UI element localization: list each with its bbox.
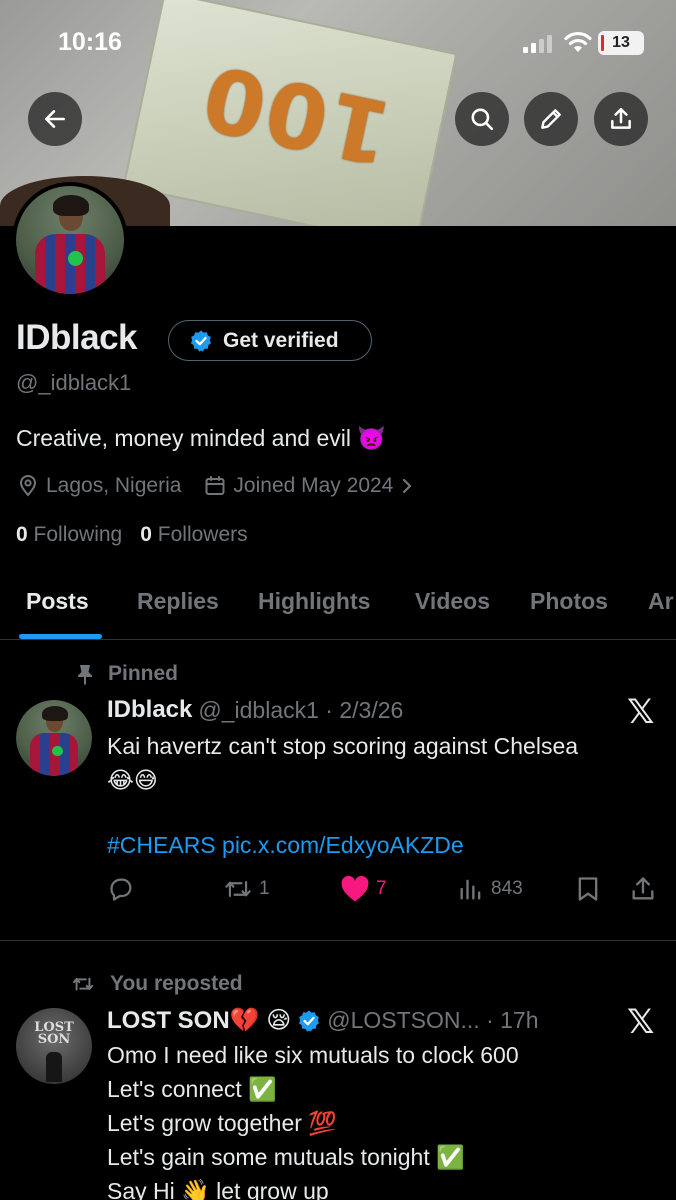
following-label: Following xyxy=(33,523,123,546)
reposted-label: You reposted xyxy=(110,972,243,995)
followers-count: 0 xyxy=(140,523,152,546)
reply-icon xyxy=(110,878,132,901)
post-hashtag-link[interactable]: #CHEARS pic.x.com/EdxyoAKZDe xyxy=(107,832,464,859)
followers-label: Followers xyxy=(157,523,248,546)
post-author-name[interactable]: IDblack xyxy=(107,696,192,724)
cellular-signal-icon xyxy=(523,33,553,53)
arrow-left-icon xyxy=(45,110,65,128)
back-button[interactable] xyxy=(28,92,82,146)
pencil-icon xyxy=(541,109,561,129)
analytics-icon xyxy=(460,879,481,900)
post-text-line: Let's connect ✅ xyxy=(107,1076,277,1102)
repost-button[interactable]: 1 xyxy=(223,875,270,903)
views-count: 843 xyxy=(491,878,523,899)
tab-posts[interactable]: Posts xyxy=(26,588,89,615)
following-count: 0 xyxy=(16,523,28,546)
post-text-emoji: 😂😅 xyxy=(107,767,158,793)
post-text: Omo I need like six mutuals to clock 600… xyxy=(107,1038,667,1200)
post-text-line: Kai havertz can't stop scoring against C… xyxy=(107,733,579,759)
tab-replies[interactable]: Replies xyxy=(137,588,219,615)
like-button[interactable]: 7 xyxy=(340,875,387,903)
post-text-line: Let's grow together 💯 xyxy=(107,1110,337,1136)
post-share-button[interactable] xyxy=(629,875,657,903)
heart-filled-icon xyxy=(341,875,369,902)
joined-date-link[interactable]: Joined May 2024 xyxy=(203,474,415,498)
views-button[interactable]: 843 xyxy=(457,875,523,903)
post-header: IDblack @_idblack1 · 2/3/26 xyxy=(107,696,403,724)
search-button[interactable] xyxy=(455,92,509,146)
like-count: 7 xyxy=(376,878,387,899)
get-verified-label: Get verified xyxy=(223,328,339,352)
tab-videos[interactable]: Videos xyxy=(415,588,490,615)
repost-icon xyxy=(72,977,94,991)
pinned-label: Pinned xyxy=(108,662,179,685)
bookmark-button[interactable] xyxy=(575,875,601,903)
bookmark-icon xyxy=(578,877,598,901)
calendar-icon xyxy=(205,476,225,495)
pin-icon xyxy=(78,665,92,685)
profile-location: Lagos, Nigeria xyxy=(46,474,182,497)
post-text-line: Let's gain some mutuals tonight ✅ xyxy=(107,1144,465,1170)
post-actions: 1 7 843 xyxy=(107,875,659,909)
post-context-reposted: You reposted xyxy=(70,972,243,996)
location-pin-icon xyxy=(19,475,37,497)
followers-link[interactable]: 0 Followers xyxy=(140,523,247,547)
follow-stats: 0 Following 0 Followers xyxy=(16,523,248,547)
post-author-meta: @LOSTSON... · 17h xyxy=(327,1007,539,1033)
profile-avatar[interactable] xyxy=(12,182,128,298)
verified-badge-icon xyxy=(191,330,211,352)
profile-tabs: Posts Replies Highlights Videos Photos A… xyxy=(0,572,676,640)
verified-badge-icon xyxy=(299,1010,320,1032)
post-author-avatar[interactable]: LOST SON xyxy=(16,1008,92,1084)
status-time: 10:16 xyxy=(58,28,122,56)
edit-button[interactable] xyxy=(524,92,578,146)
x-logo-icon[interactable]: 𝕏 xyxy=(627,1002,654,1042)
share-button[interactable] xyxy=(594,92,648,146)
profile-handle: @_idblack1 xyxy=(16,370,132,395)
following-link[interactable]: 0 Following xyxy=(16,523,122,547)
post-header: LOST SON💔 😪 @LOSTSON... · 17h xyxy=(107,1006,539,1035)
repost-icon xyxy=(225,880,251,898)
share-icon xyxy=(632,877,654,900)
profile-joined: Joined May 2024 xyxy=(233,474,394,497)
get-verified-button[interactable]: Get verified xyxy=(168,320,372,361)
post-author-avatar[interactable] xyxy=(16,700,92,776)
post-author-meta: @_idblack1 · 2/3/26 xyxy=(198,696,404,723)
repost-count: 1 xyxy=(259,878,270,899)
chevron-right-icon xyxy=(403,478,412,494)
active-tab-indicator xyxy=(19,634,102,639)
tab-photos[interactable]: Photos xyxy=(530,588,608,615)
post-text: Kai havertz can't stop scoring against C… xyxy=(107,729,667,797)
battery-indicator: 13 xyxy=(598,31,644,55)
profile-display-name: IDblack xyxy=(16,318,138,357)
post-divider xyxy=(0,940,676,941)
tab-highlights[interactable]: Highlights xyxy=(258,588,370,615)
reply-button[interactable] xyxy=(107,875,135,903)
avatar-lost-son-text: LOST SON xyxy=(34,1020,74,1047)
post-text-line: Omo I need like six mutuals to clock 600 xyxy=(107,1042,519,1068)
profile-bio: Creative, money minded and evil 👿 xyxy=(16,425,386,451)
status-bar: 10:16 13 xyxy=(0,0,676,86)
tab-articles[interactable]: Ar xyxy=(648,588,674,615)
post-text-line: Say Hi 👋 let grow up xyxy=(107,1178,329,1200)
post-context-pinned: Pinned xyxy=(76,662,178,686)
search-icon xyxy=(471,108,494,131)
share-icon xyxy=(611,108,631,129)
post-author-name[interactable]: LOST SON💔 😪 xyxy=(107,1006,291,1035)
wifi-icon xyxy=(564,31,592,52)
profile-meta: Lagos, Nigeria Joined May 2024 xyxy=(16,474,437,498)
x-logo-icon[interactable]: 𝕏 xyxy=(627,692,654,732)
